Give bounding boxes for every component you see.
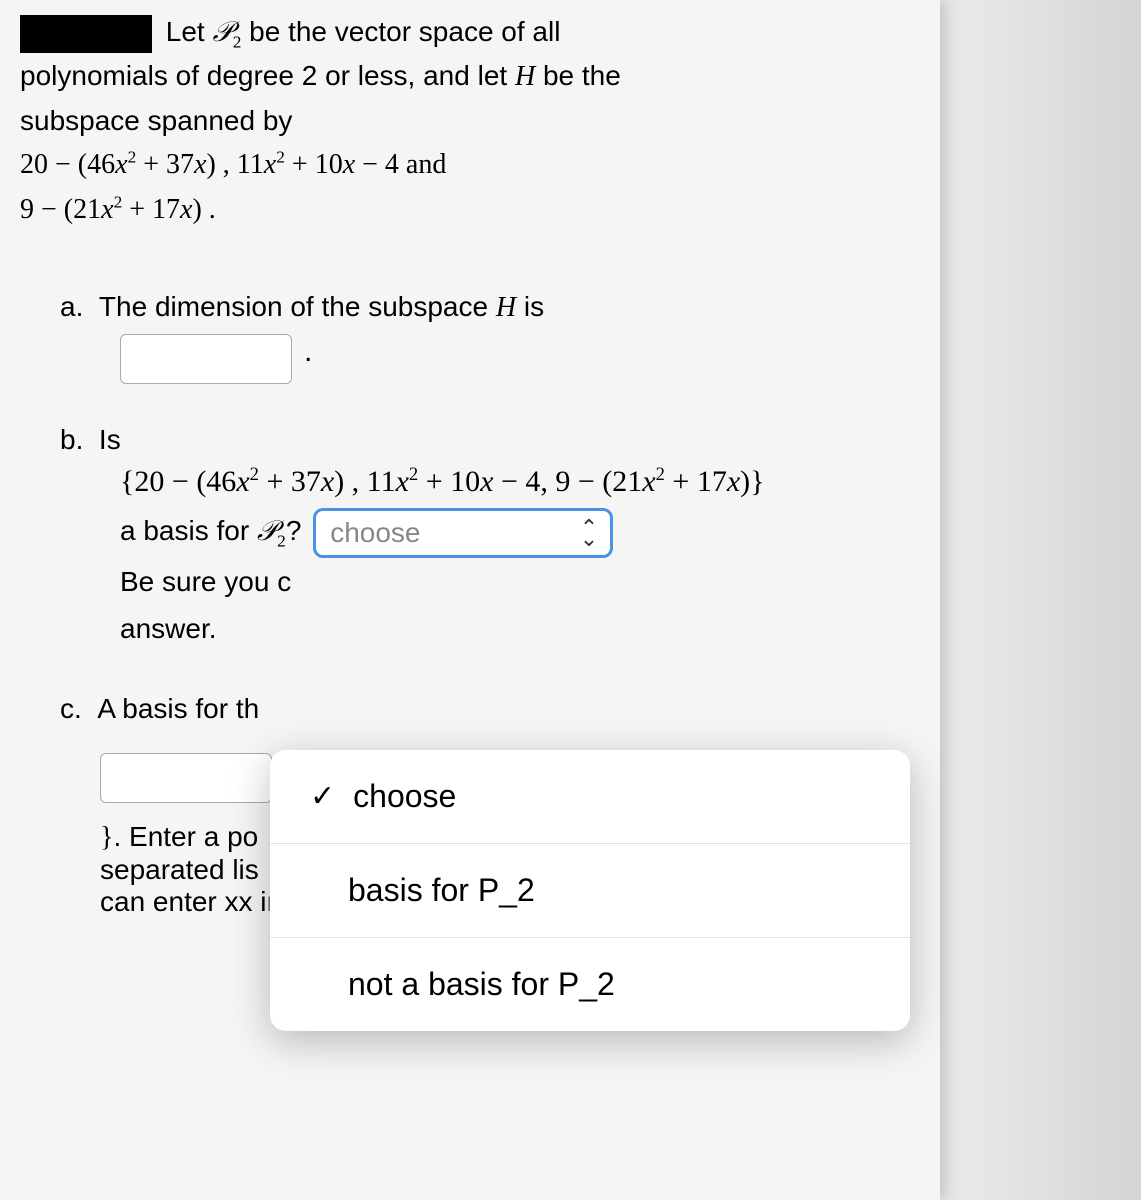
- poly1d: + 10: [285, 149, 343, 180]
- sp3: + 10: [418, 465, 480, 498]
- basis-select[interactable]: choose ⌃⌄: [313, 508, 613, 558]
- sub2: 2: [277, 532, 286, 551]
- sq: 2: [409, 464, 418, 485]
- hint-line2: answer.: [120, 605, 920, 653]
- pc-t2b: separated lis: [100, 854, 259, 885]
- sq: 2: [250, 464, 259, 485]
- calP: 𝒫: [257, 516, 277, 547]
- part-a: a. The dimension of the subspace H is .: [60, 291, 920, 384]
- x: x: [642, 465, 655, 498]
- var-H: H: [496, 292, 516, 323]
- period: .: [304, 335, 312, 369]
- intro-text-2: polynomials of degree 2 or less, and let: [20, 60, 515, 91]
- x: x: [236, 465, 249, 498]
- x: x: [396, 465, 409, 498]
- intro-text-2b: be the: [535, 60, 621, 91]
- dropdown-option-not-basis[interactable]: not a basis for P_2: [270, 937, 910, 1031]
- basis-input[interactable]: [100, 753, 272, 803]
- sq: 2: [276, 148, 285, 167]
- poly2a: 9 − (21: [20, 194, 101, 225]
- hint-line1: Be sure you c: [120, 558, 920, 606]
- var-H: H: [515, 61, 535, 92]
- dropdown-option-basis[interactable]: basis for P_2: [270, 843, 910, 937]
- x: x: [115, 149, 127, 180]
- part-b-sub: {20 − (46x2 + 37x) , 11x2 + 10x − 4, 9 −…: [60, 456, 920, 653]
- set-close: )}: [740, 465, 764, 498]
- poly2c: ) .: [192, 194, 215, 225]
- part-a-text2: is: [516, 291, 544, 322]
- check-icon: ✓: [310, 779, 335, 814]
- part-b-text1: Is: [99, 424, 121, 455]
- poly1e: − 4 and: [355, 149, 446, 180]
- sq: 2: [114, 192, 123, 211]
- poly1a: 20 − (46: [20, 149, 115, 180]
- sp2: ) , 11: [334, 465, 395, 498]
- part-b-text3b: ?: [286, 515, 309, 546]
- intro-text-1: Let: [158, 16, 212, 47]
- part-c-text1: A basis for th: [97, 693, 259, 724]
- poly1c: ) , 11: [206, 149, 263, 180]
- dropdown-option-choose[interactable]: ✓ choose: [270, 750, 910, 843]
- opt1-label: choose: [353, 778, 456, 815]
- sq: 2: [128, 148, 137, 167]
- opt2-label: basis for P_2: [348, 872, 535, 909]
- intro-text-1b: be the vector space of all: [241, 16, 560, 47]
- poly1b: + 37: [136, 149, 194, 180]
- chevron-updown-icon: ⌃⌄: [580, 522, 598, 544]
- problem-intro: Let 𝒫 2 be the vector space of all polyno…: [20, 10, 920, 231]
- x: x: [180, 194, 192, 225]
- sp4: − 4, 9 − (21: [493, 465, 642, 498]
- select-dropdown: ✓ choose basis for P_2 not a basis for P…: [270, 750, 910, 1031]
- sp5: + 17: [665, 465, 727, 498]
- brace: }: [100, 822, 113, 853]
- part-a-text1: The dimension of the subspace: [99, 291, 496, 322]
- set-line: {20 − (46x2 + 37x) , 11x2 + 10x − 4, 9 −…: [120, 456, 920, 507]
- sq: 2: [656, 464, 665, 485]
- dimension-input[interactable]: [120, 334, 292, 384]
- opt3-label: not a basis for P_2: [348, 966, 615, 1003]
- poly2b: + 17: [122, 194, 180, 225]
- x: x: [101, 194, 113, 225]
- basis-line: a basis for 𝒫2? choose ⌃⌄: [120, 507, 920, 558]
- set-open: {20 − (46: [120, 465, 236, 498]
- x: x: [343, 149, 355, 180]
- part-a-label: a.: [60, 291, 83, 322]
- part-b: b. Is {20 − (46x2 + 37x) , 11x2 + 10x − …: [60, 424, 920, 653]
- part-b-text3a: a basis for: [120, 515, 257, 546]
- calP: 𝒫: [212, 17, 232, 48]
- x: x: [321, 465, 334, 498]
- redacted-block: [20, 15, 152, 53]
- part-b-label: b.: [60, 424, 83, 455]
- select-value: choose: [330, 509, 420, 557]
- pc-t2a: . Enter a po: [113, 821, 258, 852]
- part-c-label: c.: [60, 693, 82, 724]
- x: x: [480, 465, 493, 498]
- sp1: + 37: [259, 465, 321, 498]
- x: x: [194, 149, 206, 180]
- intro-text-3: subspace spanned by: [20, 105, 292, 136]
- x: x: [264, 149, 276, 180]
- x: x: [727, 465, 740, 498]
